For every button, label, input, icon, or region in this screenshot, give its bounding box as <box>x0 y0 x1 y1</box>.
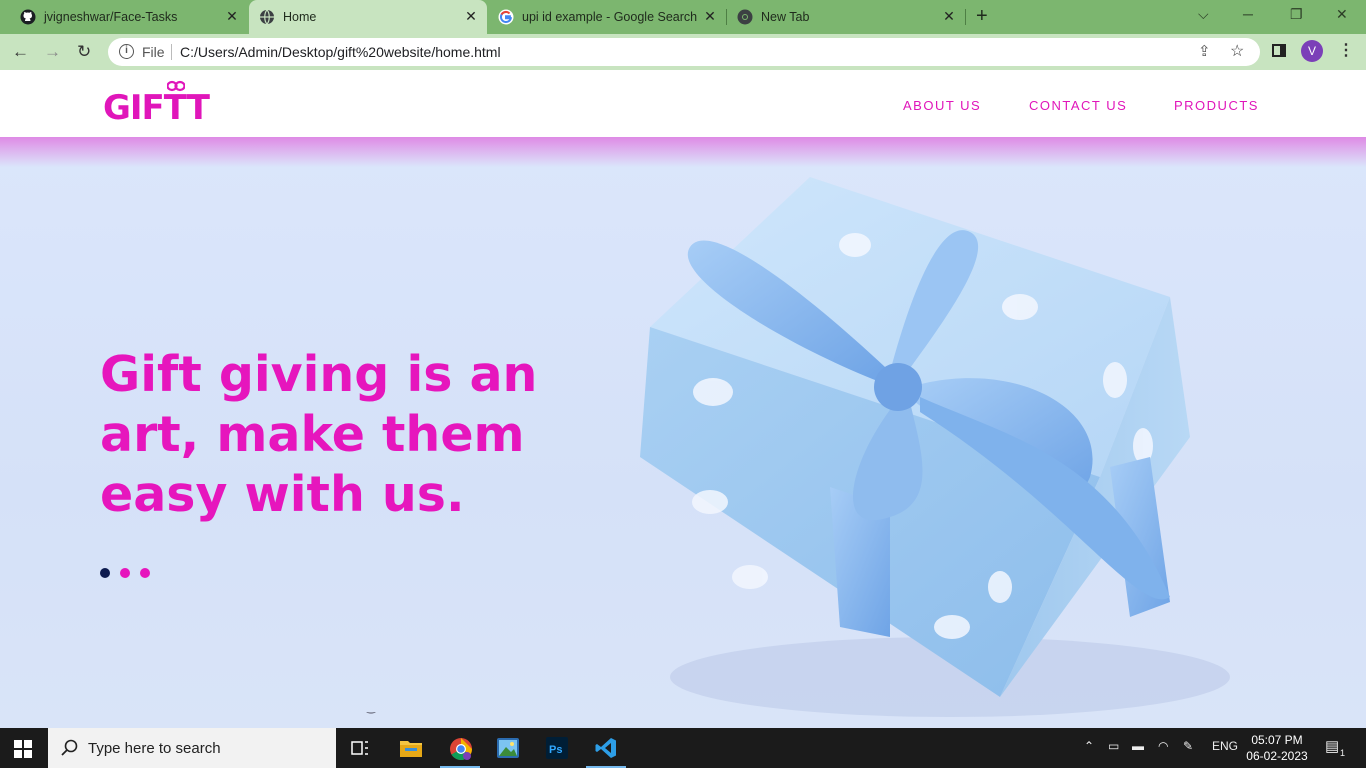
pen-icon[interactable]: ✎ <box>1183 739 1193 753</box>
photoshop-icon[interactable]: Ps <box>533 728 581 768</box>
battery-icon[interactable]: ▬ <box>1132 739 1144 753</box>
notifications-icon[interactable]: ▤ <box>1325 737 1339 755</box>
hero-headline: Gift giving is an art, make them easy wi… <box>100 346 538 523</box>
site-logo[interactable]: GIFTT <box>103 80 210 128</box>
file-explorer-icon[interactable] <box>387 728 435 768</box>
taskbar-search[interactable]: Type here to search <box>48 728 336 768</box>
photos-icon[interactable] <box>484 728 532 768</box>
nav-contact-us[interactable]: CONTACT US <box>1029 98 1127 113</box>
clock-date: 06-02-2023 <box>1246 749 1308 763</box>
browser-tab-strip: jvigneshwar/Face-Tasks ✕ Home ✕ upi id e… <box>0 0 1366 34</box>
address-bar[interactable]: i File C:/Users/Admin/Desktop/gift%20web… <box>108 38 1260 66</box>
wifi-icon[interactable]: ◠ <box>1158 739 1168 753</box>
menu-kebab-icon[interactable]: ⋮ <box>1338 40 1354 60</box>
tab-separator <box>965 9 966 25</box>
tab-title: New Tab <box>761 10 810 24</box>
search-placeholder: Type here to search <box>88 740 221 757</box>
new-tab-button[interactable]: + <box>976 5 988 28</box>
minimize-icon[interactable]: ─ <box>1243 6 1253 22</box>
slider-dot-active[interactable] <box>100 568 110 578</box>
hero-section: Gift giving is an art, make them easy wi… <box>0 137 1366 728</box>
url-text[interactable]: C:/Users/Admin/Desktop/gift%20website/ho… <box>180 44 501 60</box>
header-shadow <box>0 137 1366 167</box>
language-indicator[interactable]: ENG <box>1212 739 1238 753</box>
github-icon <box>20 9 36 25</box>
clock-time: 05:07 PM <box>1251 733 1303 747</box>
search-icon <box>61 739 78 756</box>
gift-box-image <box>640 177 1230 717</box>
tab-title: Home <box>283 10 317 24</box>
slider-dot[interactable] <box>120 568 130 578</box>
reload-icon[interactable]: ↻ <box>77 42 91 62</box>
globe-icon <box>260 9 274 25</box>
vscode-icon[interactable] <box>582 728 630 768</box>
svg-text:Ps: Ps <box>549 744 562 756</box>
forward-icon[interactable]: → <box>44 42 61 62</box>
show-hidden-icons[interactable]: ⌃ <box>1084 739 1094 753</box>
tab-home[interactable]: Home ✕ <box>249 0 487 34</box>
gift-bow-icon <box>167 80 185 92</box>
close-icon[interactable]: ✕ <box>224 8 240 25</box>
back-icon[interactable]: ← <box>12 42 29 62</box>
notification-count: 1 <box>1340 748 1346 758</box>
side-panel-icon[interactable] <box>1272 44 1286 57</box>
task-view-icon[interactable] <box>336 728 384 768</box>
scroll-down-icon[interactable]: ‿ <box>367 703 375 714</box>
close-icon[interactable]: ✕ <box>702 8 718 25</box>
chrome-icon <box>737 9 753 25</box>
close-icon[interactable]: ✕ <box>941 8 957 25</box>
info-icon[interactable]: i <box>119 44 134 59</box>
nav-products[interactable]: PRODUCTS <box>1174 98 1259 113</box>
scheme-label: File <box>142 44 165 60</box>
browser-toolbar: ← → ↻ i File C:/Users/Admin/Desktop/gift… <box>0 34 1366 70</box>
nav-about-us[interactable]: ABOUT US <box>903 98 981 113</box>
site-header: GIFTT ABOUT US CONTACT US PRODUCTS <box>0 70 1366 137</box>
tab-google-search[interactable]: upi id example - Google Search ✕ <box>488 0 726 34</box>
windows-taskbar: Type here to search Ps ⌃ ▭ ▬ ◠ ✎ ENG 05:… <box>0 728 1366 768</box>
logo-text: GIFTT <box>103 88 210 128</box>
bookmark-star-icon[interactable]: ☆ <box>1230 41 1244 61</box>
close-window-icon[interactable]: ✕ <box>1336 6 1348 23</box>
profile-avatar[interactable]: V <box>1301 40 1323 62</box>
meet-now-icon[interactable]: ▭ <box>1108 739 1119 753</box>
tab-title: jvigneshwar/Face-Tasks <box>44 10 178 24</box>
google-icon <box>498 9 514 25</box>
restore-icon[interactable]: ❐ <box>1290 6 1303 23</box>
divider <box>171 44 172 60</box>
tab-github[interactable]: jvigneshwar/Face-Tasks ✕ <box>0 0 246 34</box>
tab-search-icon[interactable]: ⌵ <box>1198 6 1209 23</box>
windows-start-icon[interactable] <box>14 740 32 758</box>
tab-new-tab[interactable]: New Tab ✕ <box>727 0 965 34</box>
chrome-taskbar-icon[interactable] <box>436 728 484 768</box>
share-icon[interactable]: ⇪ <box>1198 42 1211 60</box>
slider-dot[interactable] <box>140 568 150 578</box>
system-clock[interactable]: 05:07 PM 06-02-2023 <box>1246 732 1308 764</box>
close-icon[interactable]: ✕ <box>463 8 479 25</box>
tab-title: upi id example - Google Search <box>522 10 698 24</box>
